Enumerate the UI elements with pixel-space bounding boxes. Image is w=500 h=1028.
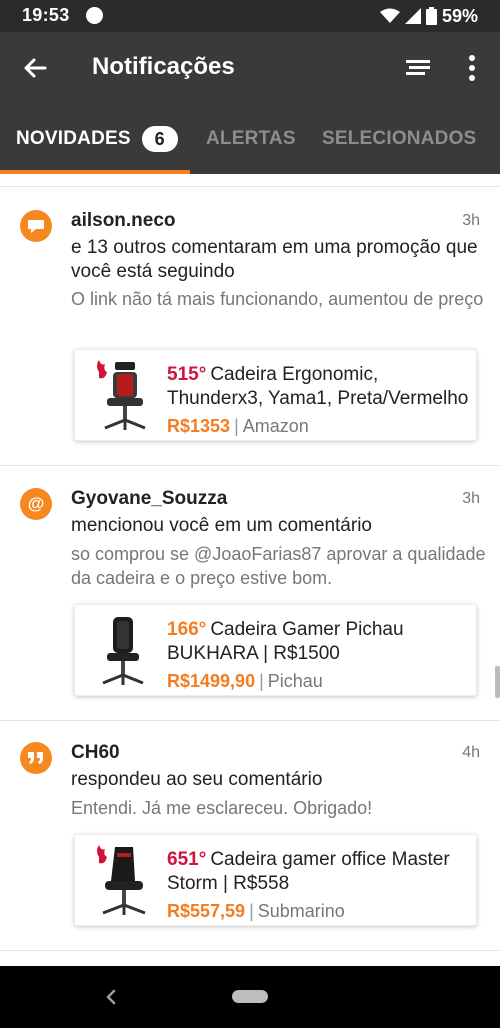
notification-username[interactable]: ailson.neco xyxy=(71,210,176,232)
tab-alertas[interactable]: ALERTAS xyxy=(206,104,296,174)
deal-card[interactable]: 166° Cadeira Gamer Pichau BUKHARA | R$150… xyxy=(74,604,477,696)
deal-info: 651° Cadeira gamer office Master Storm | … xyxy=(167,848,469,923)
notification-comment: O link não tá mais funcionando, aumentou… xyxy=(71,289,484,309)
back-arrow-icon xyxy=(24,58,47,78)
at-sign-icon: @ xyxy=(20,488,52,520)
tab-label: NOVIDADES xyxy=(16,128,131,149)
notification-comment: so comprou se @JoaoFarias87 aprovar a qu… xyxy=(71,544,486,588)
deal-card[interactable]: 651° Cadeira gamer office Master Storm | … xyxy=(74,834,477,926)
divider xyxy=(0,720,500,721)
deal-price: R$557,59 xyxy=(167,901,246,921)
deal-info: 166° Cadeira Gamer Pichau BUKHARA | R$150… xyxy=(167,618,469,693)
notification-time: 4h xyxy=(462,744,480,761)
notification-item[interactable]: @ Gyovane_Souzza 3h mencionou você em um… xyxy=(0,488,500,720)
divider xyxy=(0,950,500,951)
deal-store: Submarino xyxy=(257,901,345,921)
status-icons: 59% xyxy=(379,5,478,27)
deal-separator: | xyxy=(234,416,239,436)
deal-title-line[interactable]: 651° Cadeira gamer office Master Storm | … xyxy=(167,848,469,896)
notification-time: 3h xyxy=(462,212,480,229)
deal-meta: R$1353 | Amazon xyxy=(167,414,469,438)
page-title: Notificações xyxy=(92,53,235,80)
deal-title: Cadeira gamer office Master Storm | R$55… xyxy=(167,849,450,894)
deal-title: Cadeira Ergonomic, Thunderx3, Yama1, Pre… xyxy=(167,364,469,409)
divider xyxy=(0,465,500,466)
battery-percent: 59% xyxy=(441,5,478,26)
wifi-icon xyxy=(379,8,400,23)
battery-icon xyxy=(425,7,437,25)
deal-card[interactable]: 515° Cadeira Ergonomic, Thunderx3, Yama1,… xyxy=(74,349,477,441)
back-button[interactable] xyxy=(18,52,52,84)
deal-store: Amazon xyxy=(242,416,309,436)
deal-store: Pichau xyxy=(267,671,323,691)
tab-label: SELECIONADOS xyxy=(322,128,477,149)
more-vert-icon xyxy=(469,55,475,81)
notification-time: 3h xyxy=(462,490,480,507)
deal-meta: R$1499,90 | Pichau xyxy=(167,669,469,693)
tab-label: ALERTAS xyxy=(206,128,296,149)
notification-list[interactable]: ailson.neco 3h e 13 outros comentaram em… xyxy=(0,174,500,966)
deal-meta: R$557,59 | Submarino xyxy=(167,899,469,923)
deal-title-line[interactable]: 166° Cadeira Gamer Pichau BUKHARA | R$150… xyxy=(167,618,469,666)
notification-username[interactable]: CH60 xyxy=(71,742,120,764)
tab-selecionados[interactable]: SELECIONADOS xyxy=(322,104,476,174)
filter-button[interactable] xyxy=(402,54,434,82)
notification-action: mencionou você em um comentário xyxy=(71,515,372,536)
nav-back-icon[interactable] xyxy=(102,986,120,1008)
deal-temperature: 515° xyxy=(167,364,207,385)
more-options-button[interactable] xyxy=(460,52,484,84)
signal-icon xyxy=(404,8,421,24)
notification-item[interactable]: CH60 4h respondeu ao seu comentário Ente… xyxy=(0,742,500,950)
deal-info: 515° Cadeira Ergonomic, Thunderx3, Yama1,… xyxy=(167,363,469,438)
notification-comment: Entendi. Já me esclareceu. Obrigado! xyxy=(71,798,373,818)
fast-scroll-handle[interactable] xyxy=(495,666,500,698)
filter-icon xyxy=(406,60,430,75)
ergonomic-chair-thumbnail xyxy=(97,360,146,430)
office-chair-thumbnail xyxy=(97,845,146,915)
deal-temperature: 651° xyxy=(167,849,207,870)
gamer-chair-thumbnail xyxy=(102,617,144,685)
tab-count-badge: 6 xyxy=(141,126,178,152)
deal-separator: | xyxy=(249,901,254,921)
comment-bubble-icon xyxy=(20,210,52,242)
tab-bar: NOVIDADES 6 ALERTAS SELECIONADOS xyxy=(0,104,500,174)
notification-username[interactable]: Gyovane_Souzza xyxy=(71,488,227,510)
notification-dot-icon xyxy=(86,7,103,24)
deal-separator: | xyxy=(259,671,264,691)
quote-icon xyxy=(20,742,52,774)
nav-home-pill-icon[interactable] xyxy=(232,990,268,1003)
deal-title-line[interactable]: 515° Cadeira Ergonomic, Thunderx3, Yama1,… xyxy=(167,363,469,411)
status-bar: 19:53 59% xyxy=(0,0,500,32)
divider xyxy=(0,186,500,187)
deal-price: R$1499,90 xyxy=(167,671,256,691)
system-nav-bar xyxy=(0,966,500,1028)
notification-item[interactable]: ailson.neco 3h e 13 outros comentaram em… xyxy=(0,210,500,465)
status-time: 19:53 xyxy=(22,5,70,25)
notification-action: respondeu ao seu comentário xyxy=(71,769,323,790)
deal-price: R$1353 xyxy=(167,416,231,436)
notification-action: e 13 outros comentaram em uma promoção q… xyxy=(71,237,478,282)
tab-novidades[interactable]: NOVIDADES 6 xyxy=(0,104,190,174)
deal-temperature: 166° xyxy=(167,619,207,640)
app-bar: Notificações xyxy=(0,32,500,104)
